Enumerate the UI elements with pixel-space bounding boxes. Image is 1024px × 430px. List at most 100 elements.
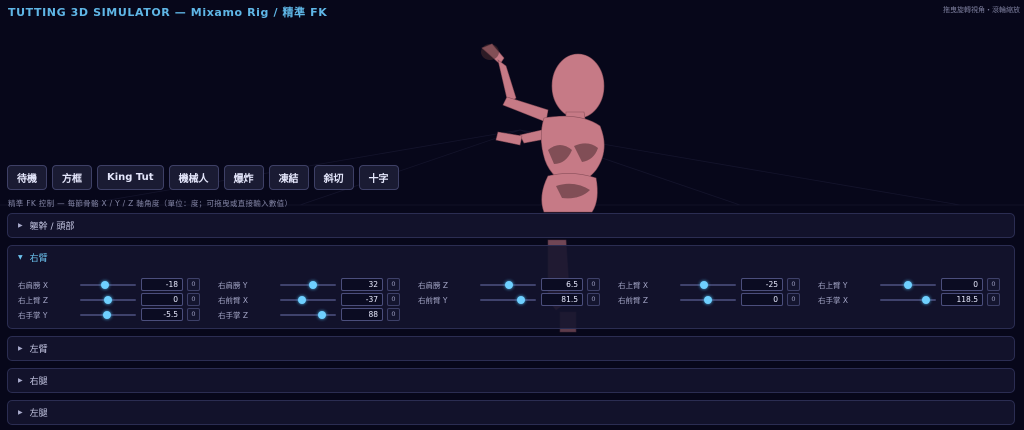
angle-slider[interactable] [280,281,336,289]
preset-button-idle[interactable]: 待機 [7,165,47,190]
group-header-right-leg[interactable]: ▶ 右腿 [8,369,1014,392]
slider-thumb[interactable] [704,296,712,304]
slider-thumb[interactable] [700,281,709,289]
fk-control: 右肩膀 X -18 0 [18,278,203,292]
slider-thumb[interactable] [904,281,912,289]
angle-slider[interactable] [680,281,736,289]
fk-control-label: 右肩膀 Y [218,281,248,290]
angle-slider[interactable] [280,311,336,319]
preset-toolbar: 待機 方框 King Tut 機械人 爆炸 凍結 斜切 十字 [7,165,399,190]
angle-input[interactable]: -25 [741,278,783,291]
reset-button[interactable]: 0 [787,293,800,306]
reset-button[interactable]: 0 [187,278,200,291]
preset-button-robot[interactable]: 機械人 [168,165,219,190]
reset-button[interactable]: 0 [987,293,1000,306]
fk-control-label: 右前臂 Z [618,296,649,305]
fk-control-label: 右手掌 X [818,296,849,305]
reset-button[interactable]: 0 [787,278,800,291]
angle-input[interactable]: -37 [341,293,383,306]
angle-slider[interactable] [280,296,336,304]
reset-button[interactable]: 0 [187,308,200,321]
fk-control: 右肩膀 Y 32 0 [218,278,403,292]
caret-right-icon: ▶ [18,377,23,384]
caret-right-icon: ▶ [18,409,23,416]
fk-control: 右前臂 Z 00 [618,293,803,307]
angle-input[interactable]: 0 [741,293,783,306]
preset-button-diagonal[interactable]: 斜切 [313,165,354,190]
fk-control-label: 右手掌 Y [18,311,48,320]
group-right-leg: ▶ 右腿 [7,368,1015,393]
slider-thumb[interactable] [298,296,307,304]
fk-control-label: 右上臂 X [618,281,649,290]
fk-control: 右手掌 Z 88 0 [218,308,403,322]
caret-down-icon: ▼ [18,254,23,261]
fk-control-label: 右前臂 Y [418,296,448,305]
group-torso: ▶ 軀幹 / 頭部 [7,213,1015,238]
reset-button[interactable]: 0 [587,278,600,291]
fk-control: 右前臂 Y 81.5 0 [418,293,603,307]
group-label: 右腿 [29,377,48,387]
slider-thumb[interactable] [103,311,112,319]
fk-control: 右手掌 X 118.5 0 [818,293,1003,307]
slider-thumb[interactable] [101,281,110,289]
angle-input[interactable]: 81.5 [541,293,583,306]
preset-button-cross[interactable]: 十字 [358,165,399,190]
group-header-left-arm[interactable]: ▶ 左臂 [8,337,1014,360]
fk-control-label: 右前臂 X [218,296,249,305]
group-header-left-leg[interactable]: ▶ 左腿 [8,401,1014,424]
angle-input[interactable]: 32 [341,278,383,291]
angle-slider[interactable] [80,311,136,319]
app-title: TUTTING 3D SIMULATOR — Mixamo Rig / 精準 F… [8,6,328,19]
caret-right-icon: ▶ [18,222,23,229]
fk-control: 右上臂 Y 00 [818,278,1003,292]
preset-button-box[interactable]: 方框 [52,165,92,190]
preset-button-king-tut[interactable]: King Tut [97,165,164,190]
angle-input[interactable]: -5.5 [141,308,183,321]
group-left-leg: ▶ 左腿 [7,400,1015,425]
preset-button-freeze[interactable]: 凍結 [268,165,309,190]
angle-slider[interactable] [80,281,136,289]
reset-button[interactable]: 0 [987,278,1000,291]
fk-caption: 精準 FK 控制 — 每節骨骼 X / Y / Z 軸角度（單位：度；可拖曳或直… [8,199,293,208]
angle-input[interactable]: 0 [141,293,183,306]
fk-control-label: 右肩膀 Z [418,281,449,290]
slider-thumb[interactable] [505,281,513,289]
reset-button[interactable]: 0 [387,278,400,291]
angle-slider[interactable] [680,296,736,304]
angle-input[interactable]: 6.5 [541,278,583,291]
group-label: 左腿 [29,409,48,419]
fk-control: 右肩膀 Z 6.5 0 [418,278,603,292]
group-label: 右臂 [29,254,48,264]
group-header-right-arm[interactable]: ▼ 右臂 [8,246,1014,269]
angle-slider[interactable] [880,296,936,304]
fk-control-label: 右肩膀 X [18,281,49,290]
preset-button-explode[interactable]: 爆炸 [223,165,264,190]
slider-thumb[interactable] [104,296,112,304]
group-left-arm: ▶ 左臂 [7,336,1015,361]
angle-slider[interactable] [480,296,536,304]
angle-input[interactable]: 118.5 [941,293,983,306]
fk-control: 右手掌 Y -5.5 0 [18,308,203,322]
fk-control: 右前臂 X -37 0 [218,293,403,307]
fk-control-label: 右上臂 Y [818,281,848,290]
angle-slider[interactable] [480,281,536,289]
group-header-torso[interactable]: ▶ 軀幹 / 頭部 [8,214,1014,237]
reset-button[interactable]: 0 [187,293,200,306]
slider-thumb[interactable] [922,296,931,304]
angle-slider[interactable] [80,296,136,304]
group-right-arm: ▼ 右臂 右肩膀 X -18 0 右肩膀 Y 32 0 右肩膀 Z 6.5 0 右上臂 X -25 0… [7,245,1015,329]
group-label: 軀幹 / 頭部 [29,222,75,232]
angle-input[interactable]: 88 [341,308,383,321]
viewport-hint: 拖曳旋轉視角・滾輪縮放 [943,6,1020,14]
angle-slider[interactable] [880,281,936,289]
angle-input[interactable]: 0 [941,278,983,291]
reset-button[interactable]: 0 [587,293,600,306]
angle-input[interactable]: -18 [141,278,183,291]
fk-control-label: 右上臂 Z [18,296,49,305]
slider-thumb[interactable] [308,281,317,289]
caret-right-icon: ▶ [18,345,23,352]
reset-button[interactable]: 0 [387,293,400,306]
reset-button[interactable]: 0 [387,308,400,321]
slider-thumb[interactable] [317,311,326,319]
slider-thumb[interactable] [516,296,525,304]
